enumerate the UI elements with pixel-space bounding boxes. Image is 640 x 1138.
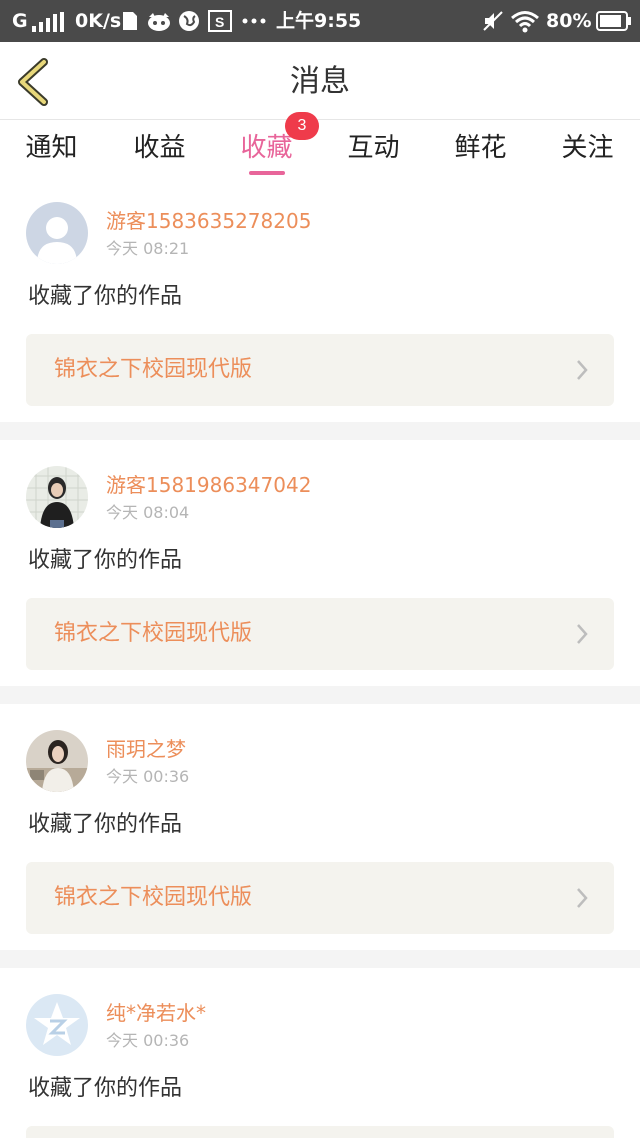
tab-flowers[interactable]: 鲜花 <box>427 130 534 166</box>
active-tab-indicator <box>249 171 285 175</box>
wifi-icon <box>511 11 539 33</box>
work-link[interactable]: 锦衣之下校园现代版 <box>26 862 614 934</box>
status-bar: G 0K/s S 上午9:55 80% <box>0 0 640 42</box>
network-type: G <box>12 10 28 32</box>
network-speed: 0K/s <box>75 10 122 32</box>
star-logo-avatar <box>26 994 88 1056</box>
battery-percent: 80% <box>546 10 592 32</box>
timestamp: 今天 08:04 <box>106 503 190 522</box>
list-item: 游客1581986347042 今天 08:04 收藏了你的作品 锦衣之下校园现… <box>0 440 640 686</box>
clock: 上午9:55 <box>276 10 362 32</box>
timestamp: 今天 00:36 <box>106 1031 190 1050</box>
avatar[interactable] <box>26 730 88 792</box>
action-text: 收藏了你的作品 <box>28 812 183 837</box>
nav-bar: 消息 <box>0 42 640 120</box>
work-title: 锦衣之下校园现代版 <box>54 621 253 646</box>
list-item: 纯*净若水* 今天 00:36 收藏了你的作品 <box>0 968 640 1138</box>
work-title: 锦衣之下校园现代版 <box>54 357 253 382</box>
list-item: 游客1583635278205 今天 08:21 收藏了你的作品 锦衣之下校园现… <box>0 182 640 422</box>
username[interactable]: 雨玥之梦 <box>106 736 186 762</box>
user-photo-avatar <box>26 730 88 792</box>
more-dots-icon <box>242 18 266 24</box>
work-link[interactable] <box>26 1126 614 1138</box>
username[interactable]: 游客1583635278205 <box>106 208 311 234</box>
timestamp: 今天 08:21 <box>106 239 190 258</box>
tab-follows[interactable]: 关注 <box>534 130 640 166</box>
work-link[interactable]: 锦衣之下校园现代版 <box>26 334 614 406</box>
action-text: 收藏了你的作品 <box>28 1076 183 1101</box>
username[interactable]: 游客1581986347042 <box>106 472 311 498</box>
chevron-right-icon <box>577 360 588 380</box>
avatar[interactable] <box>26 466 88 528</box>
signal-icon <box>32 12 64 32</box>
cat-app-icon <box>148 13 170 31</box>
svg-text:S: S <box>215 14 224 30</box>
tab-notifications[interactable]: 通知 <box>0 130 105 166</box>
user-photo-avatar <box>26 466 88 528</box>
favorites-count-badge: 3 <box>285 112 319 140</box>
sim-card-icon <box>123 12 137 30</box>
action-text: 收藏了你的作品 <box>28 284 183 309</box>
work-title: 锦衣之下校园现代版 <box>54 885 253 910</box>
action-text: 收藏了你的作品 <box>28 548 183 573</box>
default-user-avatar-icon <box>26 202 88 264</box>
globe-icon <box>179 11 199 31</box>
page-title: 消息 <box>290 64 350 99</box>
screenshot-icon: S <box>208 10 232 32</box>
username[interactable]: 纯*净若水* <box>106 1000 206 1026</box>
battery-icon <box>596 11 631 31</box>
chevron-right-icon <box>577 888 588 908</box>
avatar[interactable] <box>26 994 88 1056</box>
tab-earnings[interactable]: 收益 <box>106 130 213 166</box>
timestamp: 今天 00:36 <box>106 767 190 786</box>
tab-interactions[interactable]: 互动 <box>320 130 427 166</box>
list-item: 雨玥之梦 今天 00:36 收藏了你的作品 锦衣之下校园现代版 <box>0 704 640 950</box>
avatar[interactable] <box>26 202 88 264</box>
tab-bar: 通知 收益 收藏 互动 鲜花 关注 <box>0 120 640 182</box>
mute-icon <box>483 11 503 31</box>
chevron-right-icon <box>577 624 588 644</box>
work-link[interactable]: 锦衣之下校园现代版 <box>26 598 614 670</box>
